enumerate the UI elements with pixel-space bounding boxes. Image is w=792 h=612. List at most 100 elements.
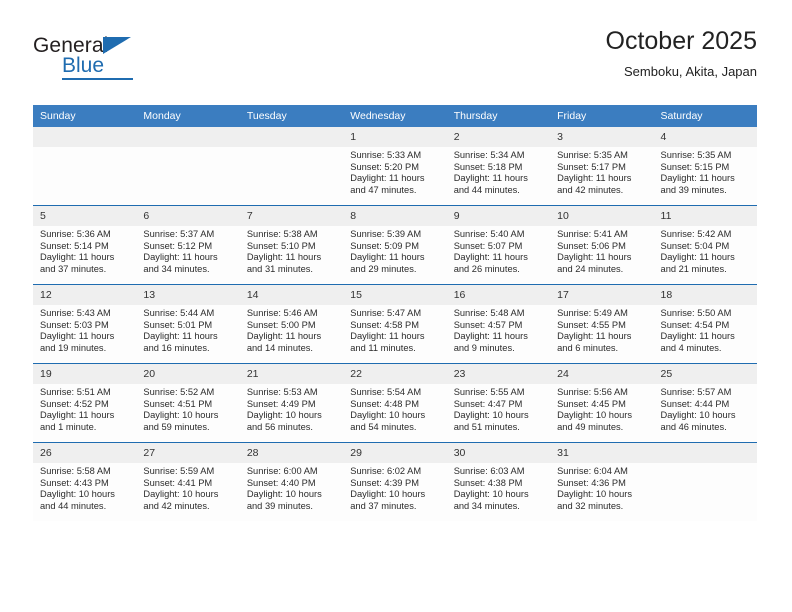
calendar-day-cell[interactable]: 6 Sunrise: 5:37 AM Sunset: 5:12 PM Daylight…	[136, 205, 240, 285]
calendar-day-cell[interactable]: 15 Sunrise: 5:47 AM Sunset: 4:58 PM Dayligh…	[343, 284, 447, 364]
day-details: Sunrise: 5:56 AM Sunset: 4:45 PM Daylight:…	[550, 384, 653, 433]
day-detail-line: and 31 minutes.	[246, 263, 313, 274]
calendar-day-cell[interactable]: 13 Sunrise: 5:44 AM Sunset: 5:01 PM Dayligh…	[136, 284, 240, 364]
calendar-day-cell[interactable]: 9 Sunrise: 5:40 AM Sunset: 5:07 PM Daylight…	[446, 205, 551, 285]
day-details: Sunrise: 5:48 AM Sunset: 4:57 PM Daylight:…	[447, 305, 550, 354]
day-details: Sunrise: 6:03 AM Sunset: 4:38 PM Daylight:…	[447, 463, 550, 512]
calendar-day-cell[interactable]: 27 Sunrise: 5:59 AM Sunset: 4:41 PM Dayligh…	[136, 442, 240, 521]
calendar-day-cell[interactable]: 31 Sunrise: 6:04 AM Sunset: 4:36 PM Dayligh…	[550, 442, 654, 521]
day-details: Sunrise: 5:51 AM Sunset: 4:52 PM Daylight:…	[33, 384, 136, 433]
day-detail-line: Daylight: 10 hours	[143, 410, 219, 421]
day-details: Sunrise: 5:36 AM Sunset: 5:14 PM Daylight:…	[33, 226, 136, 275]
calendar-day-cell[interactable]: 24 Sunrise: 5:56 AM Sunset: 4:45 PM Dayligh…	[550, 363, 654, 443]
day-detail-line: Sunset: 5:17 PM	[557, 161, 626, 172]
day-detail-line: Sunset: 4:43 PM	[40, 477, 109, 488]
calendar-day-cell[interactable]: 26 Sunrise: 5:58 AM Sunset: 4:43 PM Dayligh…	[33, 442, 137, 521]
day-detail-line: Sunrise: 6:00 AM	[246, 466, 318, 476]
weekday-header-thursday: Thursday	[446, 105, 551, 127]
day-detail-line: Daylight: 10 hours	[350, 410, 426, 421]
calendar-day-cell[interactable]: 28 Sunrise: 6:00 AM Sunset: 4:40 PM Dayligh…	[239, 442, 344, 521]
calendar-day-cell[interactable]: 29 Sunrise: 6:02 AM Sunset: 4:39 PM Dayligh…	[343, 442, 447, 521]
day-detail-line: Sunrise: 5:46 AM	[246, 308, 318, 318]
calendar-day-cell[interactable]: 16 Sunrise: 5:48 AM Sunset: 4:57 PM Dayligh…	[446, 284, 551, 364]
day-detail-line: Sunset: 5:06 PM	[557, 240, 626, 251]
day-detail-line: Sunset: 4:52 PM	[40, 398, 109, 409]
day-detail-line: Sunset: 5:03 PM	[40, 319, 109, 330]
day-details: Sunrise: 5:39 AM Sunset: 5:09 PM Daylight:…	[343, 226, 446, 275]
calendar-header-row: Sunday Monday Tuesday Wednesday Thursday Frid…	[33, 105, 757, 127]
day-detail-line: Sunrise: 5:59 AM	[143, 466, 215, 476]
day-number: 4	[653, 127, 757, 147]
calendar-day-cell[interactable]: 8 Sunrise: 5:39 AM Sunset: 5:09 PM Daylight…	[343, 205, 447, 285]
day-detail-line: and 37 minutes.	[40, 263, 107, 274]
day-detail-line: Daylight: 11 hours	[660, 331, 735, 342]
calendar-week-row: 19 Sunrise: 5:51 AM Sunset: 4:52 PM Dayligh…	[33, 363, 757, 443]
day-detail-line: Sunset: 5:07 PM	[453, 240, 523, 251]
calendar-day-cell[interactable]: 22 Sunrise: 5:54 AM Sunset: 4:48 PM Dayligh…	[343, 363, 447, 443]
day-details: Sunrise: 5:35 AM Sunset: 5:17 PM Daylight:…	[550, 147, 653, 196]
calendar-day-cell[interactable]: 12 Sunrise: 5:43 AM Sunset: 5:03 PM Dayligh…	[33, 284, 137, 364]
day-detail-line: and 59 minutes.	[143, 421, 210, 432]
day-detail-line: Sunset: 4:55 PM	[557, 319, 626, 330]
day-detail-line: Sunset: 5:18 PM	[453, 161, 523, 172]
calendar-day-cell[interactable]: 11 Sunrise: 5:42 AM Sunset: 5:04 PM Dayligh…	[653, 205, 757, 285]
general-blue-logo[interactable]: General Blue	[33, 34, 213, 86]
calendar-day-cell[interactable]: 2 Sunrise: 5:34 AM Sunset: 5:18 PM Daylight…	[446, 127, 551, 206]
day-number: 17	[550, 285, 654, 305]
day-number: 13	[136, 285, 240, 305]
day-details: Sunrise: 5:50 AM Sunset: 4:54 PM Daylight:…	[654, 305, 757, 354]
day-detail-line: Daylight: 10 hours	[557, 410, 633, 421]
day-detail-line: Daylight: 11 hours	[557, 252, 632, 263]
day-detail-line: Daylight: 11 hours	[453, 331, 528, 342]
day-details: Sunrise: 5:42 AM Sunset: 5:04 PM Daylight:…	[654, 226, 757, 275]
day-details: Sunrise: 5:47 AM Sunset: 4:58 PM Daylight:…	[343, 305, 446, 354]
calendar-day-cell[interactable]: 21 Sunrise: 5:53 AM Sunset: 4:49 PM Dayligh…	[239, 363, 344, 443]
calendar-day-cell[interactable]: 25 Sunrise: 5:57 AM Sunset: 4:44 PM Dayligh…	[653, 363, 757, 443]
calendar-day-cell[interactable]: 18 Sunrise: 5:50 AM Sunset: 4:54 PM Dayligh…	[653, 284, 757, 364]
calendar-day-cell[interactable]: 7 Sunrise: 5:38 AM Sunset: 5:10 PM Daylight…	[239, 205, 344, 285]
day-detail-line: Sunrise: 5:35 AM	[557, 150, 628, 160]
calendar-day-cell[interactable]: 19 Sunrise: 5:51 AM Sunset: 4:52 PM Dayligh…	[33, 363, 137, 443]
day-detail-line: and 1 minute.	[40, 421, 97, 432]
calendar-day-cell[interactable]: 17 Sunrise: 5:49 AM Sunset: 4:55 PM Dayligh…	[550, 284, 654, 364]
day-detail-line: Daylight: 10 hours	[143, 489, 219, 500]
calendar-week-row: 26 Sunrise: 5:58 AM Sunset: 4:43 PM Dayligh…	[33, 442, 757, 521]
calendar-day-cell[interactable]: 1 Sunrise: 5:33 AM Sunset: 5:20 PM Daylight…	[343, 127, 447, 206]
calendar-day-cell[interactable]: 10 Sunrise: 5:41 AM Sunset: 5:06 PM Dayligh…	[550, 205, 654, 285]
calendar-day-cell[interactable]: 30 Sunrise: 6:03 AM Sunset: 4:38 PM Dayligh…	[446, 442, 551, 521]
day-detail-line: and 32 minutes.	[557, 500, 624, 511]
calendar-day-cell[interactable]: 5 Sunrise: 5:36 AM Sunset: 5:14 PM Daylight…	[33, 205, 137, 285]
calendar-empty-cell	[136, 127, 240, 206]
day-detail-line: Daylight: 11 hours	[557, 173, 632, 184]
day-detail-line: Daylight: 10 hours	[660, 410, 736, 421]
weekday-header-saturday: Saturday	[653, 105, 757, 127]
day-detail-line: and 44 minutes.	[40, 500, 107, 511]
day-detail-line: Daylight: 11 hours	[350, 252, 425, 263]
day-detail-line: and 19 minutes.	[40, 342, 107, 353]
day-detail-line: and 56 minutes.	[246, 421, 313, 432]
day-detail-line: Sunrise: 5:58 AM	[40, 466, 111, 476]
day-detail-line: and 42 minutes.	[143, 500, 210, 511]
calendar-empty-cell	[653, 442, 757, 521]
calendar-day-cell[interactable]: 14 Sunrise: 5:46 AM Sunset: 5:00 PM Dayligh…	[239, 284, 344, 364]
calendar-day-cell[interactable]: 20 Sunrise: 5:52 AM Sunset: 4:51 PM Dayligh…	[136, 363, 240, 443]
day-detail-line: and 11 minutes.	[350, 342, 416, 353]
calendar-day-cell[interactable]: 3 Sunrise: 5:35 AM Sunset: 5:17 PM Daylight…	[550, 127, 654, 206]
day-detail-line: Daylight: 10 hours	[453, 410, 529, 421]
calendar-day-cell[interactable]: 23 Sunrise: 5:55 AM Sunset: 4:47 PM Dayligh…	[446, 363, 551, 443]
day-detail-line: Daylight: 11 hours	[246, 252, 322, 263]
day-detail-line: and 6 minutes.	[557, 342, 619, 353]
day-details: Sunrise: 5:40 AM Sunset: 5:07 PM Daylight:…	[447, 226, 550, 275]
day-detail-line: and 34 minutes.	[143, 263, 210, 274]
day-detail-line: Daylight: 11 hours	[143, 252, 218, 263]
day-detail-line: Sunset: 4:49 PM	[246, 398, 316, 409]
logo-underline	[62, 78, 133, 80]
day-detail-line: Sunset: 4:54 PM	[660, 319, 730, 330]
title-block: October 2025 Semboku, Akita, Japan	[606, 26, 758, 81]
calendar-day-cell[interactable]: 4 Sunrise: 5:35 AM Sunset: 5:15 PM Daylight…	[653, 127, 757, 206]
day-detail-line: Sunrise: 5:57 AM	[660, 387, 732, 397]
day-detail-line: Sunrise: 6:02 AM	[350, 466, 422, 476]
day-detail-line: Sunrise: 5:40 AM	[453, 229, 525, 239]
day-number: 28	[239, 443, 344, 463]
day-details: Sunrise: 5:57 AM Sunset: 4:44 PM Daylight:…	[654, 384, 757, 433]
